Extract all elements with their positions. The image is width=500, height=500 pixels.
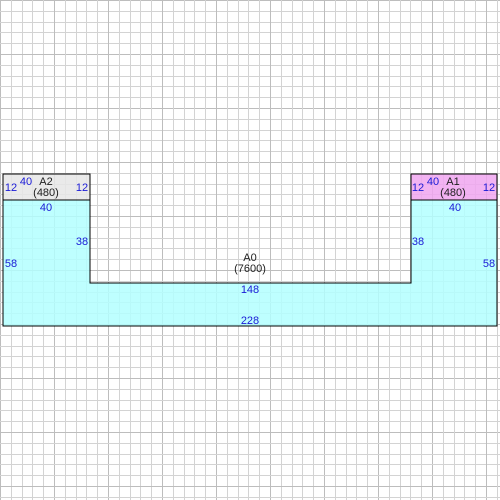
dim-right-outer: 58 <box>483 258 495 270</box>
dim-a2-right: 12 <box>76 182 88 194</box>
area-a2-value: (480) <box>33 187 59 199</box>
area-a1-value: (480) <box>440 187 466 199</box>
dim-a1-top: 40 <box>427 176 439 188</box>
floor-plan-diagram: A2 (480) A1 (480) A0 (7600) 12 40 12 40 … <box>0 0 500 500</box>
dim-a2-top: 40 <box>20 176 32 188</box>
dim-a2-left: 12 <box>5 182 17 194</box>
dim-a1-left: 12 <box>412 182 424 194</box>
dim-left-inner: 38 <box>76 236 88 248</box>
dim-a1-bottom: 40 <box>449 202 461 214</box>
dim-left-outer: 58 <box>5 258 17 270</box>
dim-bottom: 228 <box>241 315 259 327</box>
dim-middle: 148 <box>241 284 259 296</box>
dim-right-inner: 38 <box>412 236 424 248</box>
dim-a1-right: 12 <box>483 182 495 194</box>
area-a0-value: (7600) <box>234 263 266 275</box>
dim-a2-bottom: 40 <box>40 202 52 214</box>
